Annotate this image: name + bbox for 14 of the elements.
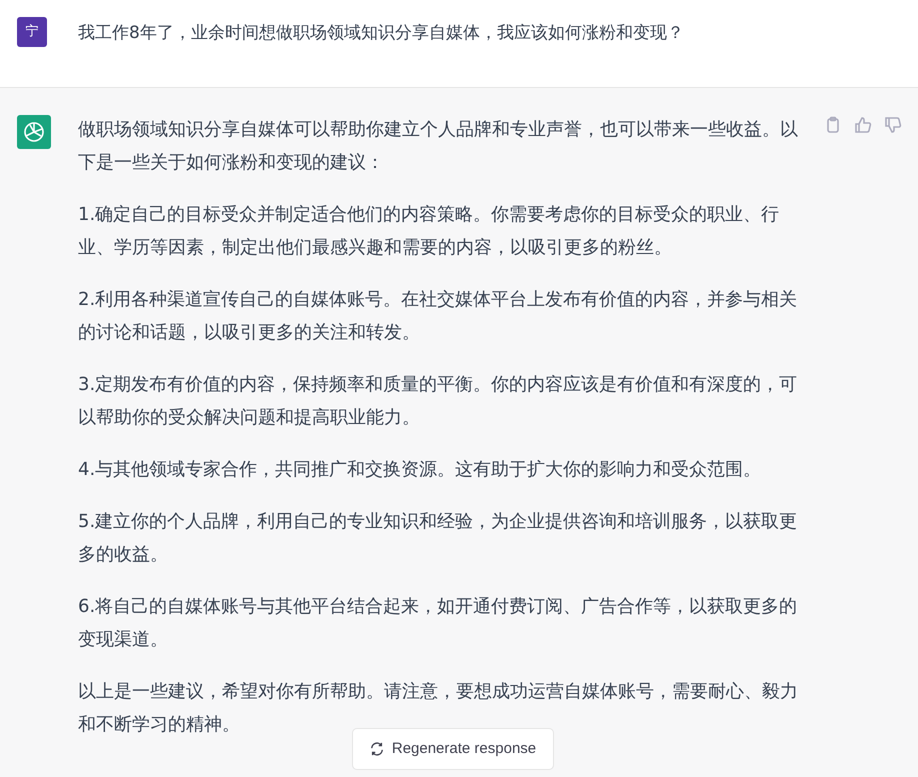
regenerate-button[interactable]: Regenerate response [352,728,554,770]
answer-paragraph: 做职场领域知识分享自媒体可以帮助你建立个人品牌和专业声誉，也可以带来一些收益。以下是一些关于如何涨粉和变现的建议： [78,118,799,175]
answer-paragraph: 2.利用各种渠道宣传自己的自媒体账号。在社交媒体平台上发布有价值的内容，并参与相关的讨论和话题，以吸引更多的关注和转发。 [78,288,798,345]
answer-paragraph: 1.确定自己的目标受众并制定适合他们的内容策略。你需要考虑你的目标受众的职业、行业、学历等因素，制定出他们最感兴趣和需要的内容，以吸引更多的粉丝。 [78,203,780,260]
answer-paragraph: 4.与其他领域专家合作，共同推广和交换资源。这有助于扩大你的影响力和受众范围。 [78,458,762,482]
thumbs-down-icon[interactable] [883,115,903,135]
answer-paragraph: 3.定期发布有价值的内容，保持频率和质量的平衡。你的内容应该是有价值和有深度的，可以帮助你的受众解决问题和提高职业能力。 [78,373,798,430]
answer-paragraph: 6.将自己的自媒体账号与其他平台结合起来，如开通付费订阅、广告合作等，以获取更多的变现渠道。 [78,595,798,652]
user-avatar: 宁 [17,17,47,47]
thumbs-up-icon[interactable] [853,115,873,135]
assistant-avatar [17,115,51,149]
refresh-icon [370,742,384,756]
answer-paragraph: 5.建立你的个人品牌，利用自己的专业知识和经验，为企业提供咨询和培训服务，以获取更多的收益。 [78,510,798,567]
user-message: 我工作8年了，业余时间想做职场领域知识分享自媒体，我应该如何涨粉和变现？ [78,22,684,45]
